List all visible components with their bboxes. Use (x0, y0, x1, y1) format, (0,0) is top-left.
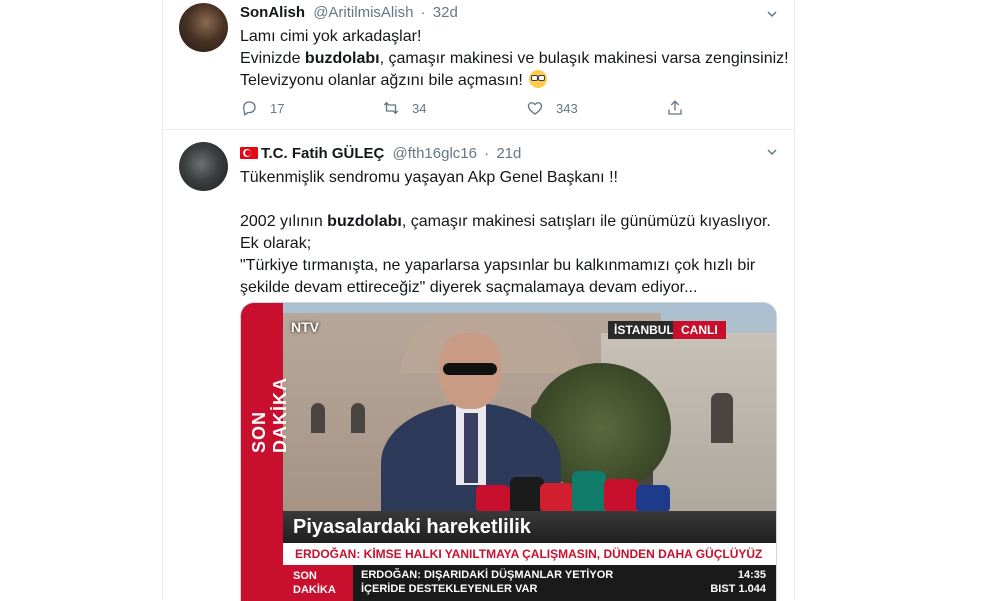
tweet-text: Tükenmişlik sendromu yaşayan Akp Genel B… (240, 167, 771, 299)
tweet-line: Tükenmişlik sendromu yaşayan Akp Genel B… (240, 169, 618, 186)
separator-dot: · (420, 4, 426, 21)
breaking-news-label: SON DAKİKA (249, 377, 290, 453)
tweet[interactable]: T.C. Fatih GÜLEÇ @fth16glc16 · 21d Tüken… (163, 130, 794, 601)
tweet-line: "Türkiye tırmanışta, ne yaparlarsa yapsı… (240, 257, 756, 274)
like-button[interactable]: 343 (526, 98, 578, 118)
retweet-icon (383, 101, 399, 115)
tweet-text: Lamı cimi yok arkadaşlar! Evinizde buzdo… (240, 26, 789, 92)
location-badge: İSTANBUL (608, 321, 680, 339)
news-headline-banner: Piyasalardaki hareketlilik (283, 511, 776, 543)
share-button[interactable] (666, 98, 696, 118)
turkey-flag-icon (240, 147, 258, 159)
ticker-label: SON DAKİKA (283, 565, 353, 601)
chevron-down-icon[interactable] (766, 146, 778, 158)
channel-logo: NTV (291, 319, 319, 335)
heart-icon (527, 102, 543, 115)
tweet-line: 2002 yılının buzdolabı, çamaşır makinesi… (240, 213, 771, 230)
tweet-media-image[interactable]: SON DAKİKA NTV İSTANBUL CANLI Piyasalard… (240, 302, 777, 601)
nerd-face-emoji-icon (529, 70, 548, 88)
ticker-clock: 14:35 BIST 1.044 (710, 569, 766, 595)
tweet-header: SonAlish @AritilmisAlish · 32d (240, 3, 458, 23)
news-ticker-bar: SON DAKİKA ERDOĞAN: DIŞARIDAKİ DÜŞMANLAR… (283, 565, 776, 601)
display-name[interactable]: SonAlish (240, 4, 305, 21)
avatar[interactable] (179, 142, 228, 191)
retweet-count: 34 (412, 100, 427, 116)
display-name[interactable]: T.C. Fatih GÜLEÇ (261, 145, 384, 162)
tweet-actions: 17 34 343 (240, 98, 690, 118)
tweet[interactable]: SonAlish @AritilmisAlish · 32d Lamı cimi… (163, 0, 794, 130)
like-count: 343 (556, 100, 578, 116)
tweet-line: şekilde devam ettireceğiz" diyerek saçma… (240, 279, 698, 296)
separator-dot: · (484, 145, 490, 162)
user-handle[interactable]: @AritilmisAlish (313, 4, 413, 21)
timeline: SonAlish @AritilmisAlish · 32d Lamı cimi… (162, 0, 795, 601)
share-icon (668, 100, 682, 115)
reply-count: 17 (270, 100, 285, 116)
microphones (476, 453, 676, 513)
reply-button[interactable]: 17 (240, 98, 284, 118)
reply-icon (243, 101, 256, 116)
tweet-line: Lamı cimi yok arkadaşlar! (240, 28, 422, 45)
avatar[interactable] (179, 3, 228, 52)
highlighted-keyword: buzdolabı (327, 213, 402, 230)
highlighted-keyword: buzdolabı (304, 50, 380, 67)
timestamp[interactable]: 32d (433, 4, 458, 21)
news-ticker-headline: ERDOĞAN: KİMSE HALKI YANILTMAYA ÇALIŞMAS… (283, 543, 776, 565)
breaking-news-sidebar: SON DAKİKA (241, 303, 290, 601)
ticker-news-text: ERDOĞAN: DIŞARIDAKİ DÜŞMANLAR YETİYOR İÇ… (361, 569, 614, 595)
timestamp[interactable]: 21d (496, 145, 521, 162)
tweet-header: T.C. Fatih GÜLEÇ @fth16glc16 · 21d (240, 144, 521, 164)
tweet-line: Televizyonu olanlar ağzını bile açmasın! (240, 70, 789, 92)
retweet-button[interactable]: 34 (382, 98, 426, 118)
live-badge: CANLI (673, 321, 726, 339)
tweet-line: Evinizde buzdolabı, çamaşır makinesi ve … (240, 50, 789, 67)
chevron-down-icon[interactable] (766, 8, 778, 20)
tweet-line: Ek olarak; (240, 235, 312, 252)
user-handle[interactable]: @fth16glc16 (393, 145, 477, 162)
